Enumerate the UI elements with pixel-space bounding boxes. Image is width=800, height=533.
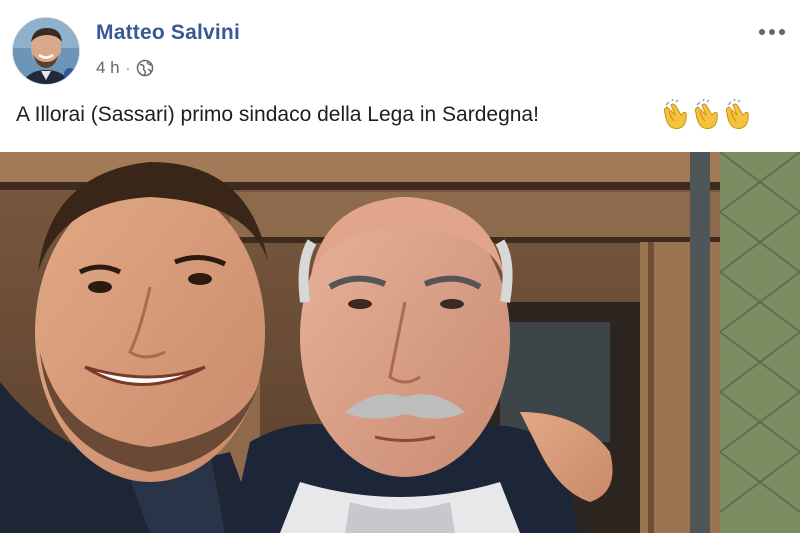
clapping-hands-icon	[663, 99, 687, 130]
more-options-icon	[759, 29, 765, 35]
post-timestamp[interactable]: 4 h	[96, 58, 120, 78]
post-message: A Illorai (Sassari) primo sindaco della …	[16, 103, 539, 126]
post-meta: 4 h ·	[96, 57, 154, 79]
more-options-button[interactable]	[752, 20, 792, 44]
clapping-hands-icon	[694, 99, 718, 130]
selfie-photo-icon	[0, 152, 800, 533]
emoji-group	[660, 99, 753, 131]
meta-separator: ·	[125, 60, 131, 76]
facebook-post: Matteo Salvini 4 h · A Illorai (Sassari)…	[0, 0, 800, 533]
profile-photo-icon	[13, 18, 79, 84]
globe-icon[interactable]	[136, 59, 154, 77]
author-name-link[interactable]: Matteo Salvini	[96, 21, 240, 45]
post-photo[interactable]	[0, 152, 800, 533]
author-avatar[interactable]	[12, 17, 80, 85]
clapping-hands-icon	[725, 99, 749, 130]
